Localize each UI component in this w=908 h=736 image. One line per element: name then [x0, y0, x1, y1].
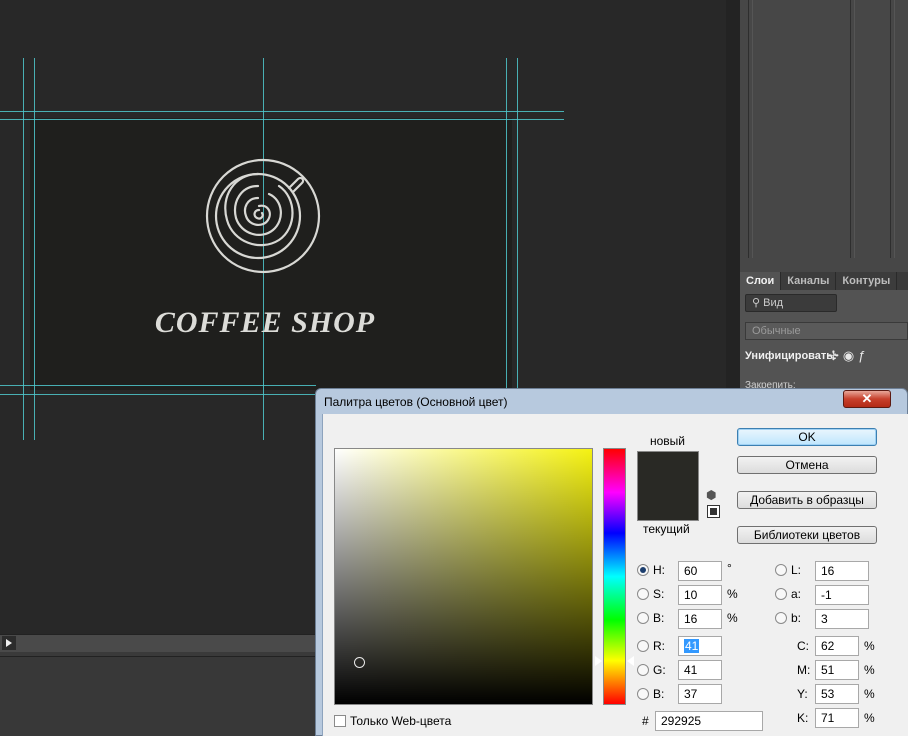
color-field-cursor[interactable] [354, 657, 365, 668]
red-label: R: [653, 639, 665, 653]
magenta-input[interactable]: 51 [815, 660, 859, 680]
unify-position-icon: ✢ [828, 348, 843, 363]
percent-unit: % [727, 611, 738, 625]
tab-paths[interactable]: Контуры [836, 272, 898, 290]
hue-label: H: [653, 563, 665, 577]
yellow-label: Y: [797, 687, 808, 701]
red-input[interactable]: 41 [678, 636, 722, 656]
dialog-title: Палитра цветов (Основной цвет) [324, 395, 508, 409]
guide-vertical[interactable] [23, 58, 24, 440]
timeline-bar [0, 634, 318, 652]
unify-visibility-icon: ◉ [842, 348, 859, 363]
black-label: K: [797, 711, 809, 725]
b-channel-label: b: [791, 611, 802, 625]
red-value: 41 [684, 639, 700, 653]
blue-label: B: [653, 687, 665, 701]
hex-input[interactable]: 292925 [655, 711, 763, 731]
blend-mode-select[interactable]: Обычные [745, 322, 908, 340]
lightness-label: L: [791, 563, 802, 577]
add-to-swatches-button[interactable]: Добавить в образцы [737, 491, 877, 509]
degree-unit: ° [727, 561, 732, 575]
unify-label: Унифицировать: [745, 350, 837, 362]
color-field[interactable] [334, 448, 593, 705]
yellow-input[interactable]: 53 [815, 684, 859, 704]
green-input[interactable]: 41 [678, 660, 722, 680]
a-channel-input[interactable]: -1 [815, 585, 869, 605]
current-color-label: текущий [643, 522, 690, 536]
websafe-color-icon[interactable] [707, 505, 720, 518]
percent-unit: % [864, 687, 875, 701]
cancel-button[interactable]: Отмена [737, 456, 877, 474]
guide-horizontal[interactable] [0, 394, 316, 395]
play-icon[interactable] [2, 636, 16, 650]
cyan-label: C: [797, 639, 809, 653]
percent-unit: % [864, 663, 875, 677]
ok-button[interactable]: OK [737, 428, 877, 446]
radio-b-channel[interactable] [775, 612, 787, 624]
blue-input[interactable]: 37 [678, 684, 722, 704]
guide-vertical[interactable] [34, 58, 35, 440]
new-color-swatch [637, 451, 699, 521]
hue-slider-handle-left[interactable] [594, 655, 602, 667]
layers-panel-tabs: Слои Каналы Контуры [740, 272, 908, 290]
radio-saturation[interactable] [637, 588, 649, 600]
guide-vertical[interactable] [506, 58, 507, 440]
guide-horizontal[interactable] [0, 119, 564, 120]
radio-green[interactable] [637, 664, 649, 676]
bottom-panel [0, 656, 318, 736]
brand-text: COFFEE SHOP [154, 306, 376, 339]
close-button[interactable]: ✕ [843, 390, 891, 408]
unify-icons[interactable]: ✢◉ƒ [828, 348, 869, 364]
saturation-input[interactable]: 10 [678, 585, 722, 605]
coffee-cup-logo [205, 158, 321, 274]
b-channel-input[interactable]: 3 [815, 609, 869, 629]
right-dock [740, 0, 908, 272]
tab-channels[interactable]: Каналы [781, 272, 837, 290]
hex-label: # [642, 714, 649, 728]
percent-unit: % [864, 711, 875, 725]
black-input[interactable]: 71 [815, 708, 859, 728]
percent-unit: % [864, 639, 875, 653]
cyan-input[interactable]: 62 [815, 636, 859, 656]
guide-horizontal[interactable] [0, 385, 316, 386]
hue-slider[interactable] [603, 448, 626, 705]
radio-hue[interactable] [637, 564, 649, 576]
radio-a-channel[interactable] [775, 588, 787, 600]
brightness-input[interactable]: 16 [678, 609, 722, 629]
cube-icon[interactable]: ⬢ [706, 488, 716, 502]
hue-slider-handle-right[interactable] [627, 656, 634, 666]
radio-brightness[interactable] [637, 612, 649, 624]
lightness-input[interactable]: 16 [815, 561, 869, 581]
brightness-label: B: [653, 611, 665, 625]
web-colors-only-label: Только Web-цвета [350, 714, 452, 728]
radio-red[interactable] [637, 640, 649, 652]
radio-lightness[interactable] [775, 564, 787, 576]
color-libraries-button[interactable]: Библиотеки цветов [737, 526, 877, 544]
unify-style-icon: ƒ [858, 348, 870, 363]
guide-horizontal[interactable] [0, 111, 564, 112]
hue-input[interactable]: 60 [678, 561, 722, 581]
percent-unit: % [727, 587, 738, 601]
guide-vertical[interactable] [517, 58, 518, 440]
magenta-label: M: [797, 663, 811, 677]
saturation-label: S: [653, 587, 665, 601]
layer-filter-label: Вид [763, 297, 784, 309]
web-colors-only-checkbox[interactable] [334, 715, 346, 727]
green-label: G: [653, 663, 666, 677]
search-icon: ⚲ [752, 297, 764, 309]
layer-filter-select[interactable]: ⚲ Вид [745, 294, 837, 312]
new-color-label: новый [650, 434, 686, 448]
tab-layers[interactable]: Слои [740, 272, 782, 290]
a-channel-label: a: [791, 587, 802, 601]
radio-blue[interactable] [637, 688, 649, 700]
